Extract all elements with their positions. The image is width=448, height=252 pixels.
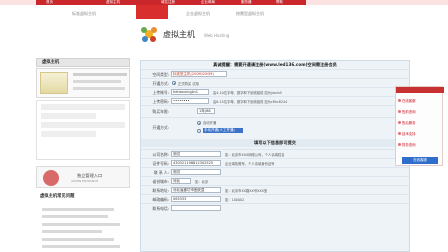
hosting-banner[interactable] [36,68,130,98]
form-row-address: 联系地址: 河北省廊坊市固安县 如：北京市XX路XX号XXX室 [141,185,409,194]
form-row-password: 上传密码: •••••••• 由6-15位字母、数字和下划线组成 如为cRkc8… [141,96,409,105]
form-row-space-type: 空间类型: 标准型主机(200M/200M) [141,69,409,78]
phone-input[interactable] [171,205,221,211]
page-header: 虚拟主机 Web Hosting [140,22,410,48]
chat-icon [398,99,401,102]
service-strip [396,87,444,93]
radio-buy[interactable] [172,81,176,85]
subnav-enterprise[interactable]: 企业虚拟主机 [186,11,210,17]
form-row-postcode: 邮政编码: 065333 如：100002 [141,194,409,203]
radio-auto-open[interactable] [197,121,201,125]
form-row-mode: 开通方式: 正式购买 试用 [141,78,409,87]
faq-item[interactable] [42,230,102,233]
left-link-list [36,100,130,160]
left-panel-title: 虚拟主机 [36,58,130,67]
hosting-text-line [73,73,127,76]
service-item[interactable]: 售后服务 [402,120,416,125]
field-hint: 由6-15位字母、数字和下划线组成 如为cRkc8244 [213,100,288,104]
upload-account-input[interactable]: hetianxingjin1 [171,89,209,95]
faq-heading: 虚拟主机常见问题 [40,194,75,199]
faq-item[interactable] [42,215,108,218]
service-box: 在线客服 售前咨询 售后服务 技术支持 财务咨询 在线客服 [395,86,444,166]
field-hint: 如：北京市XXX网络公司，个人请填姓名 [225,153,285,157]
list-item[interactable] [41,113,97,119]
field-label: 联系电话: [152,206,169,211]
address-input[interactable]: 河北省廊坊市固安县 [171,187,221,193]
company-input[interactable]: 测试 [171,151,221,157]
faq-item[interactable] [42,222,120,226]
form-row-id: 证件号码: 430321198812302525 企业填执照号，个人请填身份证号 [141,158,409,167]
page-subtitle: Web Hosting [204,33,230,38]
chat-icon [398,132,401,135]
user-avatar-icon [43,170,59,186]
sub-nav: 标准虚拟主机 企业虚拟主机 按需型虚拟主机 [36,5,306,19]
service-item[interactable]: 财务咨询 [402,142,416,147]
field-hint: 如：北京市XX路XX号XXX室 [225,189,268,193]
service-item[interactable]: 售前咨询 [402,109,416,114]
contact-input[interactable]: 测试 [171,169,221,175]
hosting-image [40,72,68,94]
service-item[interactable]: 技术支持 [402,131,416,136]
left-sidebar: 虚拟主机 独立管理入口 ADMIN ENTRANCE 虚拟主机常见问题 [36,58,130,252]
section-title: 填写以下信息即可提交 [141,139,409,147]
hosting-text-line [73,87,125,90]
form-row-open-mode: 开通方式: 自动开通 手动开通(人工开通) [141,117,409,137]
form-row-years: 购买年限: 1年(68元) [141,105,409,117]
field-hint: 由4-10位字母、数字和下划线组成 如为jiaxin5 [213,91,282,95]
subnav-ondemand[interactable]: 按需型虚拟主机 [236,11,264,17]
field-hint: 如：北京 [195,180,209,184]
mode-options: 正式购买 试用 [178,82,199,86]
chat-icon [398,110,401,113]
province-select[interactable]: 河北 [171,178,191,184]
manual-open-label[interactable]: 手动开通(人工开通) [203,128,243,133]
online-service-button[interactable]: 在线客服 [402,157,438,164]
faq-item[interactable] [42,207,114,211]
hosting-text-line [73,80,121,83]
field-label: 开通方式: [152,125,169,130]
form-row-contact: 联 系 人: 测试 [141,167,409,176]
subnav-active-marker [136,5,168,19]
right-service-panel: 在线客服 售前咨询 售后服务 技术支持 财务咨询 在线客服 [395,86,444,176]
field-hint: 如：100002 [225,198,245,202]
form-row-company: 公司名称: 测试 如：北京市XXX网络公司，个人请填姓名 [141,149,409,158]
form-notice: 真诚提醒：需要开通请注册(www.led136.com)空间需注册会员 [213,62,337,67]
flower-logo-icon [141,27,157,42]
list-item[interactable] [41,104,125,110]
id-number-input[interactable]: 430321198812302525 [171,160,221,166]
years-select[interactable]: 1年(68元) [197,108,215,114]
subnav-standard[interactable]: 标准虚拟主机 [72,11,96,17]
field-hint: 企业填执照号，个人请填身份证号 [225,162,275,166]
faq-item[interactable] [42,245,120,248]
service-item[interactable]: 在线客服 [402,98,416,103]
form-row-phone: 联系电话: [141,203,409,212]
postcode-input[interactable]: 065333 [171,196,221,202]
chat-icon [398,121,401,124]
admin-entrance[interactable]: 独立管理入口 ADMIN ENTRANCE [36,166,130,188]
space-type-field[interactable]: 标准型主机(200M/200M) [171,71,227,77]
page-title: 虚拟主机 [163,30,195,39]
auto-open-label: 自动开通 [203,121,217,125]
list-item[interactable] [41,122,125,128]
list-item[interactable] [41,131,97,137]
radio-manual-open[interactable] [197,129,201,133]
faq-list [36,203,130,252]
faq-item[interactable] [42,237,114,241]
form-row-province: 省份城市: 河北 如：北京 [141,176,409,185]
order-form: 真诚提醒：需要开通请注册(www.led136.com)空间需注册会员 空间类型… [140,60,410,252]
upload-password-input[interactable]: •••••••• [171,98,209,104]
form-row-account: 上传帐号: hetianxingjin1 由4-10位字母、数字和下划线组成 如… [141,87,409,96]
admin-subtitle: ADMIN ENTRANCE [71,179,99,183]
field-label: 购买年限: [152,109,169,114]
chat-icon [398,143,401,146]
